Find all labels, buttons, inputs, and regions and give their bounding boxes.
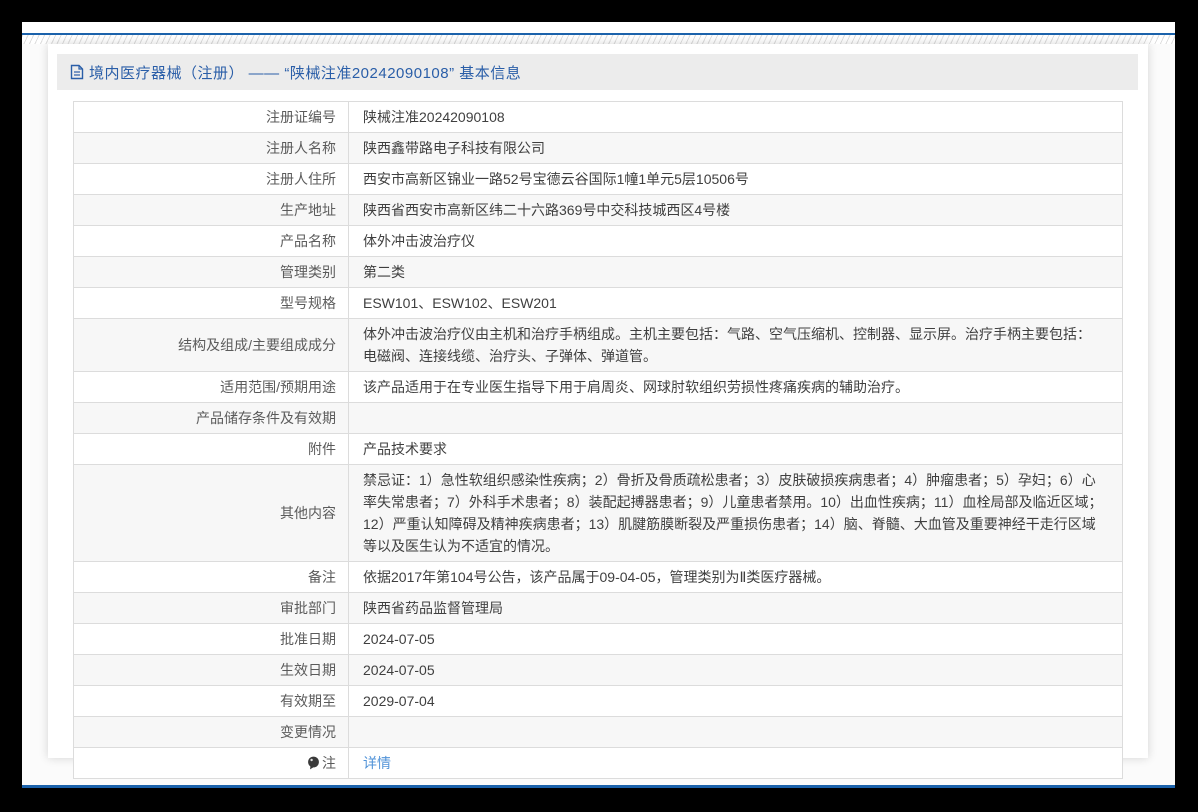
note-balloon-icon [307, 755, 322, 771]
row-label: 附件 [73, 433, 349, 465]
table-row: 审批部门 陕西省药品监督管理局 [73, 592, 1123, 624]
row-label: 其他内容 [73, 464, 349, 562]
content-viewport: 境内医疗器械（注册） —— “陕械注准20242090108” 基本信息 注册证… [22, 22, 1175, 788]
row-value: 依据2017年第104号公告，该产品属于09-04-05，管理类别为Ⅱ类医疗器械… [348, 561, 1123, 593]
page-background: 境内医疗器械（注册） —— “陕械注准20242090108” 基本信息 注册证… [22, 44, 1175, 785]
table-row: 型号规格 ESW101、ESW102、ESW201 [73, 287, 1123, 319]
row-value: 该产品适用于在专业医生指导下用于肩周炎、网球肘软组织劳损性疼痛疾病的辅助治疗。 [348, 371, 1123, 403]
row-value: 产品技术要求 [348, 433, 1123, 465]
table-row: 结构及组成/主要组成成分 体外冲击波治疗仪由主机和治疗手柄组成。主机主要包括：气路… [73, 318, 1123, 372]
table-row: 备注 依据2017年第104号公告，该产品属于09-04-05，管理类别为Ⅱ类医疗… [73, 561, 1123, 593]
row-label: 注册人住所 [73, 163, 349, 195]
table-wrap: 注册证编号 陕械注准20242090108 注册人名称 陕西鑫带路电子科技有限公司 注册… [73, 101, 1123, 779]
table-row: 变更情况 [73, 716, 1123, 748]
row-value: 禁忌证：1）急性软组织感染性疾病；2）骨折及骨质疏松患者；3）皮肤破损疾病患者；… [348, 464, 1123, 562]
table-row: 生效日期 2024-07-05 [73, 654, 1123, 686]
row-label: 结构及组成/主要组成成分 [73, 318, 349, 372]
row-value: 2024-07-05 [348, 654, 1123, 686]
row-label: 生效日期 [73, 654, 349, 686]
info-card: 境内医疗器械（注册） —— “陕械注准20242090108” 基本信息 注册证… [48, 44, 1148, 779]
table-row: 管理类别 第二类 [73, 256, 1123, 288]
row-value [348, 716, 1123, 748]
row-value: 陕西省西安市高新区纬二十六路369号中交科技城西区4号楼 [348, 194, 1123, 226]
table-row: 产品名称 体外冲击波治疗仪 [73, 225, 1123, 257]
table-row: 有效期至 2029-07-04 [73, 685, 1123, 717]
row-value: 第二类 [348, 256, 1123, 288]
bottom-blue-rule [22, 785, 1175, 788]
row-label: 备注 [73, 561, 349, 593]
table-row: 适用范围/预期用途 该产品适用于在专业医生指导下用于肩周炎、网球肘软组织劳损性疼痛… [73, 371, 1123, 403]
title-bar: 境内医疗器械（注册） —— “陕械注准20242090108” 基本信息 [57, 54, 1138, 90]
header-strip [22, 22, 1175, 33]
table-row: 注详情 [73, 747, 1123, 779]
row-label: 生产地址 [73, 194, 349, 226]
table-row: 注册人住所 西安市高新区锦业一路52号宝德云谷国际1幢1单元5层10506号 [73, 163, 1123, 195]
row-label: 产品名称 [73, 225, 349, 257]
row-label: 管理类别 [73, 256, 349, 288]
row-label: 注册人名称 [73, 132, 349, 164]
row-value: 陕械注准20242090108 [348, 101, 1123, 133]
row-label: 有效期至 [73, 685, 349, 717]
table-row: 注册人名称 陕西鑫带路电子科技有限公司 [73, 132, 1123, 164]
table-row: 注册证编号 陕械注准20242090108 [73, 101, 1123, 133]
row-value: 详情 [348, 747, 1123, 779]
row-value: 陕西省药品监督管理局 [348, 592, 1123, 624]
table-row: 产品储存条件及有效期 [73, 402, 1123, 434]
table-row: 生产地址 陕西省西安市高新区纬二十六路369号中交科技城西区4号楼 [73, 194, 1123, 226]
row-label: 审批部门 [73, 592, 349, 624]
row-value: 陕西鑫带路电子科技有限公司 [348, 132, 1123, 164]
registration-info-table: 注册证编号 陕械注准20242090108 注册人名称 陕西鑫带路电子科技有限公司 注册… [73, 101, 1123, 779]
row-value: 体外冲击波治疗仪 [348, 225, 1123, 257]
table-row: 批准日期 2024-07-05 [73, 623, 1123, 655]
row-label: 注 [73, 747, 349, 779]
row-value: 体外冲击波治疗仪由主机和治疗手柄组成。主机主要包括：气路、空气压缩机、控制器、显… [348, 318, 1123, 372]
info-table-body: 注册证编号 陕械注准20242090108 注册人名称 陕西鑫带路电子科技有限公司 注册… [73, 101, 1123, 779]
row-label: 注册证编号 [73, 101, 349, 133]
row-label: 型号规格 [73, 287, 349, 319]
row-value: 2024-07-05 [348, 623, 1123, 655]
row-value: 西安市高新区锦业一路52号宝德云谷国际1幢1单元5层10506号 [348, 163, 1123, 195]
details-link[interactable]: 详情 [363, 755, 391, 771]
row-label: 变更情况 [73, 716, 349, 748]
table-row: 其他内容 禁忌证：1）急性软组织感染性疾病；2）骨折及骨质疏松患者；3）皮肤破损疾… [73, 464, 1123, 562]
row-value [348, 402, 1123, 434]
row-value: 2029-07-04 [348, 685, 1123, 717]
document-icon [70, 64, 84, 80]
page-root: { "header": { "title_icon": "document-ic… [0, 0, 1198, 812]
row-label: 适用范围/预期用途 [73, 371, 349, 403]
row-value: ESW101、ESW102、ESW201 [348, 287, 1123, 319]
row-label: 批准日期 [73, 623, 349, 655]
page-title: 境内医疗器械（注册） —— “陕械注准20242090108” 基本信息 [89, 64, 522, 82]
table-row: 附件 产品技术要求 [73, 433, 1123, 465]
row-label: 产品储存条件及有效期 [73, 402, 349, 434]
diagonal-hatch-band [22, 35, 1175, 44]
